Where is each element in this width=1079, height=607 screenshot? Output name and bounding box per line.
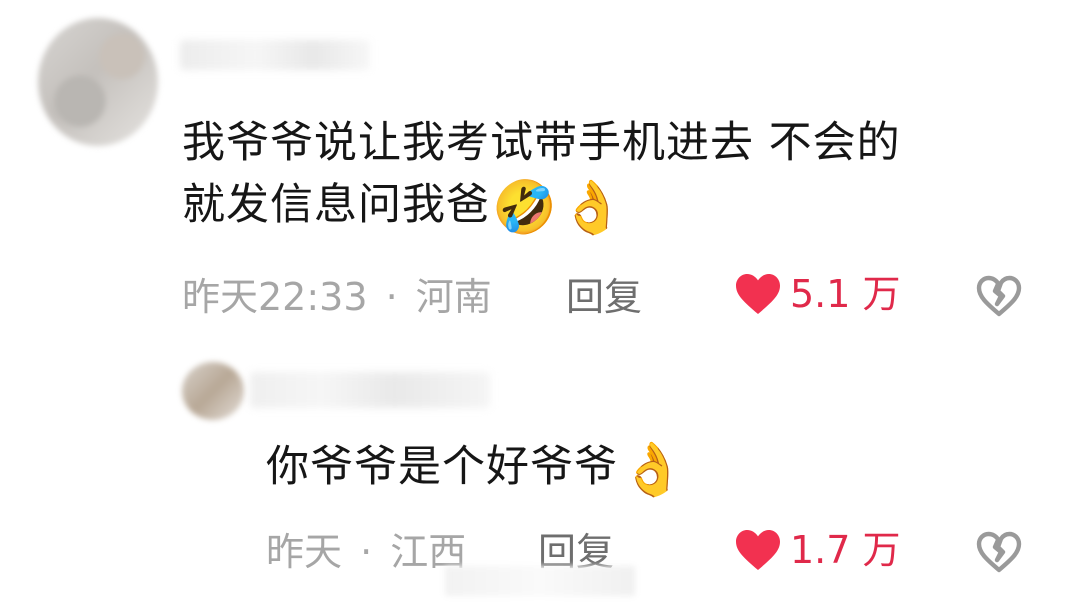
reply-time: 昨天	[266, 530, 343, 574]
laughing-crying-emoji: 🤣	[492, 178, 558, 238]
meta-separator: ·	[385, 275, 398, 319]
comment-line-2: 就发信息问我爸🤣👌	[182, 174, 1042, 236]
comment-line-1: 我爷爷说让我考试带手机进去 不会的	[182, 118, 901, 168]
replier-avatar[interactable]	[182, 362, 244, 420]
dislike-button[interactable]	[975, 274, 1023, 318]
comment-reply-button[interactable]: 回复	[566, 275, 642, 319]
reply-like-count: 1.7 万	[790, 528, 901, 572]
watermark-blur	[445, 566, 635, 596]
heart-icon	[736, 274, 780, 314]
comment-like-button[interactable]: 5.1 万	[734, 272, 901, 316]
commenter-name[interactable]	[180, 40, 370, 70]
ok-hand-emoji: 👌	[620, 440, 686, 500]
reply-like-button[interactable]: 1.7 万	[734, 528, 901, 572]
comment-meta: 昨天22:33 · 河南	[182, 275, 492, 319]
reply-body: 你爷爷是个好爷爷👌	[266, 436, 686, 498]
meta-separator: ·	[360, 530, 373, 574]
broken-heart-icon	[976, 531, 1022, 573]
comment-location: 河南	[415, 275, 492, 319]
reply-meta: 昨天 · 江西	[266, 530, 466, 574]
broken-heart-icon	[976, 275, 1022, 317]
comment-body: 我爷爷说让我考试带手机进去 不会的 就发信息问我爸🤣👌	[182, 112, 1042, 236]
comment-line-2-text: 就发信息问我爸	[182, 180, 490, 230]
comment-time: 昨天22:33	[182, 275, 368, 319]
heart-icon	[736, 530, 780, 570]
commenter-avatar[interactable]	[38, 18, 158, 146]
dislike-button[interactable]	[975, 530, 1023, 574]
replier-name[interactable]	[250, 372, 490, 408]
reply-text: 你爷爷是个好爷爷	[266, 442, 618, 492]
comment-like-count: 5.1 万	[790, 272, 901, 316]
ok-hand-emoji: 👌	[559, 178, 626, 238]
